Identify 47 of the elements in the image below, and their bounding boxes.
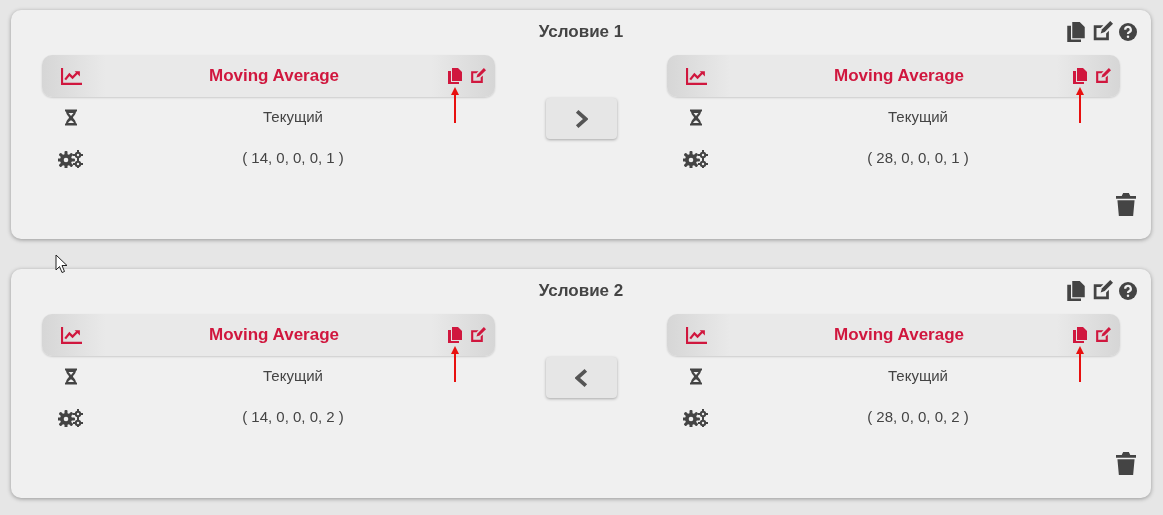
gears-icon	[683, 149, 709, 168]
copy-icon[interactable]	[1067, 22, 1085, 42]
chart-icon	[685, 326, 707, 344]
hourglass-icon	[65, 109, 77, 126]
period-label: Текущий	[263, 366, 323, 387]
indicator-name: Moving Average	[208, 324, 340, 347]
parameters-label: ( 14, 0, 0, 0, 1 )	[242, 148, 344, 169]
trash-icon[interactable]	[1116, 193, 1136, 216]
chart-icon	[60, 67, 82, 85]
period-label: Текущий	[888, 366, 948, 387]
direction-button[interactable]	[545, 98, 617, 139]
edit-icon[interactable]	[469, 67, 486, 85]
help-icon[interactable]	[1119, 23, 1137, 41]
copy-icon[interactable]	[1073, 327, 1087, 343]
indicator-name: Moving Average	[833, 324, 965, 347]
chevron-left-icon	[574, 368, 588, 387]
chevron-right-icon	[574, 109, 588, 128]
copy-icon[interactable]	[448, 68, 462, 84]
parameters-label: ( 14, 0, 0, 0, 2 )	[242, 407, 344, 428]
hourglass-icon	[690, 109, 702, 126]
gears-icon	[58, 149, 84, 168]
edit-icon[interactable]	[1091, 280, 1113, 302]
condition-title: Условие 2	[538, 280, 624, 302]
period-label: Текущий	[263, 107, 323, 128]
indicator-name: Moving Average	[833, 65, 965, 88]
trash-icon[interactable]	[1116, 452, 1136, 475]
edit-icon[interactable]	[469, 326, 486, 344]
edit-icon[interactable]	[1091, 21, 1113, 43]
edit-icon[interactable]	[1094, 326, 1111, 344]
parameters-label: ( 28, 0, 0, 0, 1 )	[867, 148, 969, 169]
help-icon[interactable]	[1119, 282, 1137, 300]
chart-icon	[60, 326, 82, 344]
parameters-label: ( 28, 0, 0, 0, 2 )	[867, 407, 969, 428]
copy-icon[interactable]	[448, 327, 462, 343]
gears-icon	[683, 408, 709, 427]
chart-icon	[685, 67, 707, 85]
gears-icon	[58, 408, 84, 427]
edit-icon[interactable]	[1094, 67, 1111, 85]
indicator-name: Moving Average	[208, 65, 340, 88]
direction-button[interactable]	[545, 357, 617, 398]
condition-title: Условие 1	[538, 21, 624, 43]
hourglass-icon	[65, 368, 77, 385]
copy-icon[interactable]	[1073, 68, 1087, 84]
period-label: Текущий	[888, 107, 948, 128]
cursor-icon	[55, 254, 68, 274]
copy-icon[interactable]	[1067, 281, 1085, 301]
hourglass-icon	[690, 368, 702, 385]
